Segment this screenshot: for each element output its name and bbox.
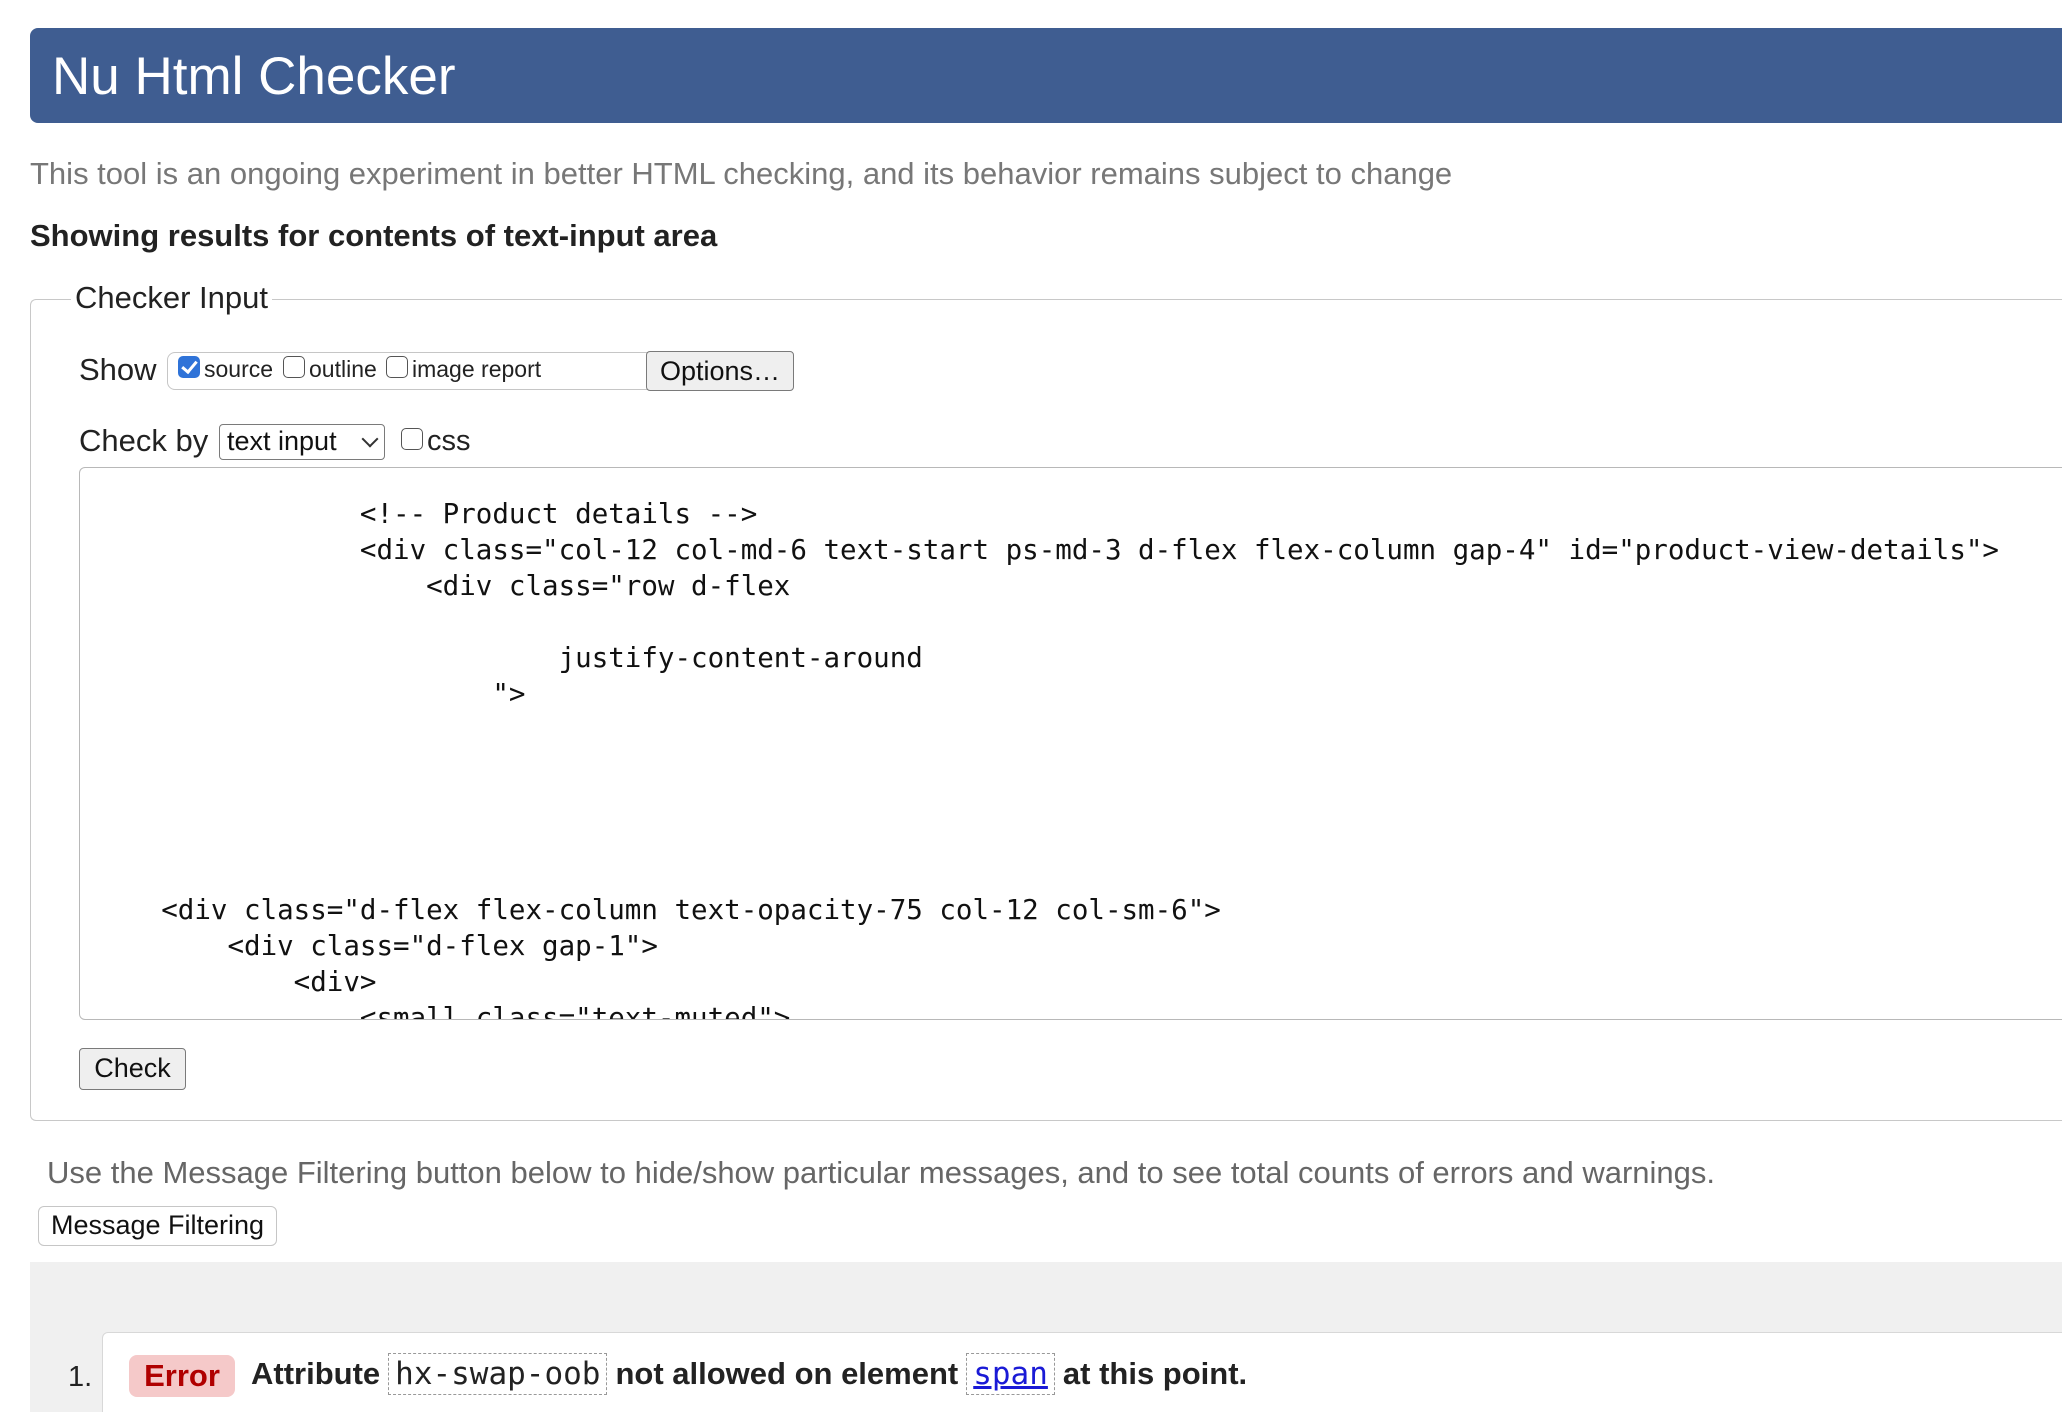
message-text-before: Attribute xyxy=(251,1356,381,1391)
results-heading: Showing results for contents of text-inp… xyxy=(30,218,718,253)
check-button[interactable]: Check xyxy=(79,1048,186,1090)
image-report-checkbox-label: image report xyxy=(412,356,542,382)
message-text-after: at this point. xyxy=(1062,1356,1248,1391)
checker-input-fieldset: Checker Input Show source outline image … xyxy=(30,280,2062,1121)
show-options-group: source outline image report xyxy=(167,352,655,390)
element-link[interactable]: span xyxy=(966,1353,1055,1395)
chevron-down-icon xyxy=(361,430,379,448)
show-label: Show xyxy=(79,352,157,387)
show-image-report-option[interactable]: image report xyxy=(386,355,542,383)
tagline: This tool is an ongoing experiment in be… xyxy=(30,156,1453,191)
image-report-checkbox[interactable] xyxy=(386,355,408,378)
css-option[interactable]: css xyxy=(401,425,471,458)
css-checkbox-label: css xyxy=(427,425,471,457)
app-title: Nu Html Checker xyxy=(52,47,456,106)
checker-input-legend: Checker Input xyxy=(71,280,272,316)
source-textarea[interactable]: <!-- Product details --> <div class="col… xyxy=(79,467,2062,1020)
message-filtering-hint: Use the Message Filtering button below t… xyxy=(47,1155,1716,1190)
message-item: Error Attribute hx-swap-oob not allowed … xyxy=(102,1332,2062,1412)
message-filtering-button[interactable]: Message Filtering xyxy=(38,1206,277,1246)
check-by-selected-value: text input xyxy=(227,426,337,456)
source-checkbox-label: source xyxy=(204,356,274,382)
attribute-code: hx-swap-oob xyxy=(388,1353,608,1395)
css-checkbox[interactable] xyxy=(401,427,423,450)
check-by-select[interactable]: text input xyxy=(219,424,385,460)
results-panel: 1. Error Attribute hx-swap-oob not allow… xyxy=(30,1262,2062,1412)
message-text-middle: not allowed on element xyxy=(615,1356,959,1391)
error-badge: Error xyxy=(129,1355,235,1397)
page: Nu Html Checker This tool is an ongoing … xyxy=(0,0,2062,1412)
source-checkbox[interactable] xyxy=(178,355,200,378)
show-source-option[interactable]: source xyxy=(178,355,274,383)
options-button[interactable]: Options… xyxy=(646,351,794,391)
outline-checkbox[interactable] xyxy=(283,355,305,378)
source-text: <!-- Product details --> <div class="col… xyxy=(161,498,1999,1020)
message-text: Attribute hx-swap-oob not allowed on ele… xyxy=(251,1353,1247,1395)
show-outline-option[interactable]: outline xyxy=(283,355,377,383)
header-banner: Nu Html Checker xyxy=(30,28,2062,123)
message-number: 1. xyxy=(68,1361,93,1393)
outline-checkbox-label: outline xyxy=(309,356,377,382)
check-by-label: Check by xyxy=(79,423,209,458)
